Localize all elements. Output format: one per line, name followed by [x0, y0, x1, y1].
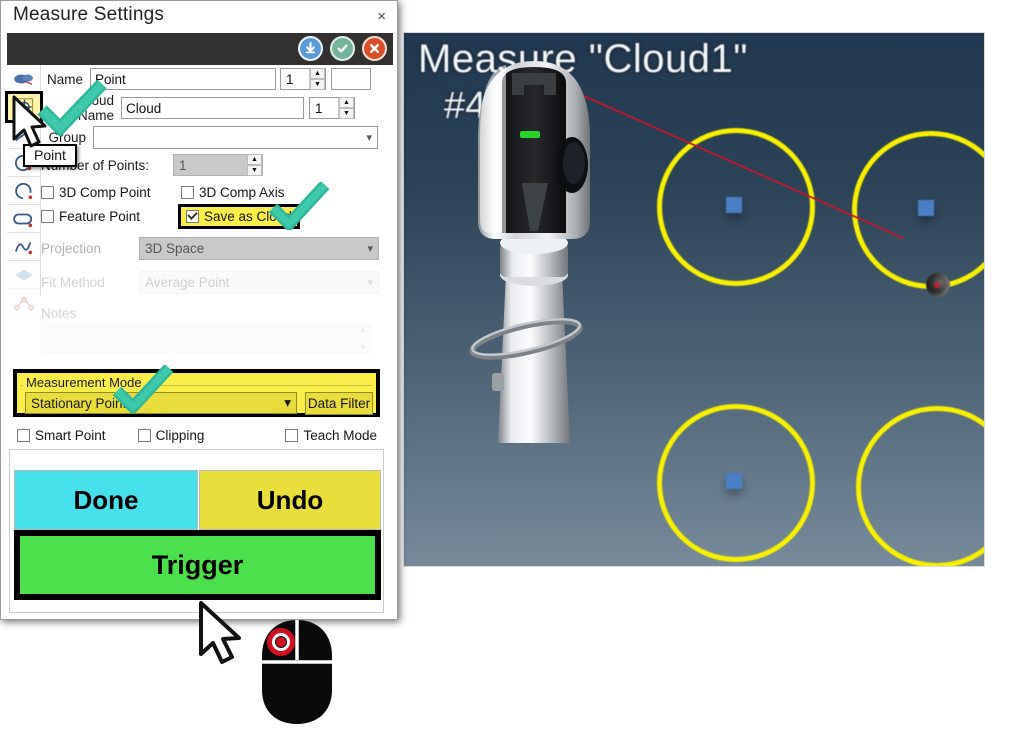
- measurement-mode-label: Measurement Mode: [23, 375, 145, 390]
- notes-textarea[interactable]: ▲ ▼: [41, 323, 371, 353]
- comp-checkbox-row-2: Feature Point Save as Cloud: [41, 203, 393, 229]
- comp-point-checkbox[interactable]: [41, 185, 54, 199]
- chevron-down-icon: ▾: [284, 395, 291, 410]
- save-as-cloud-label: Save as Cloud: [204, 208, 292, 224]
- teach-mode-checkbox[interactable]: [285, 428, 299, 442]
- cancel-x-circle-icon[interactable]: [362, 36, 387, 61]
- accept-check-circle-icon[interactable]: [330, 36, 355, 61]
- name-row: Name Point 1 ▲ ▼: [41, 65, 393, 93]
- action-button-panel: Done Undo Trigger: [9, 449, 384, 613]
- save-as-cloud-group[interactable]: Save as Cloud: [178, 203, 300, 229]
- save-as-cloud-checkbox[interactable]: [186, 209, 199, 223]
- notes-scrollbar[interactable]: ▲ ▼: [356, 324, 370, 352]
- sidebar-item-point[interactable]: [5, 91, 43, 123]
- comp-point-label: 3D Comp Point: [59, 184, 151, 200]
- target-point-1[interactable]: [726, 197, 742, 213]
- notes-label: Notes: [41, 306, 77, 321]
- comp-axis-label: 3D Comp Axis: [199, 184, 285, 200]
- number-of-points-stepper[interactable]: 1 ▲ ▼: [173, 154, 263, 176]
- dialog-titlebar: Measure Settings ×: [1, 1, 397, 33]
- projection-value: 3D Space: [145, 240, 205, 256]
- feature-point-label: Feature Point: [59, 208, 141, 224]
- name-label: Name: [46, 71, 83, 87]
- dialog-title: Measure Settings: [13, 4, 165, 25]
- trigger-button[interactable]: Trigger: [14, 530, 381, 600]
- measurement-mode-combobox[interactable]: Stationary Point ▾: [25, 392, 297, 414]
- chevron-down-icon: ▾: [366, 131, 372, 144]
- chevron-down-icon: ▾: [367, 276, 373, 289]
- target-point-3[interactable]: [726, 473, 742, 489]
- teach-mode-label: Teach Mode: [303, 427, 377, 443]
- fit-method-value: Average Point: [145, 274, 230, 290]
- comp-checkbox-row-1: 3D Comp Point 3D Comp Axis: [41, 180, 393, 204]
- group-row: Group ▾: [41, 123, 393, 151]
- projection-combobox[interactable]: 3D Space ▾: [139, 236, 379, 260]
- close-icon[interactable]: ×: [377, 9, 386, 24]
- sidebar-item-cloud[interactable]: [7, 65, 41, 93]
- done-button[interactable]: Done: [14, 470, 198, 530]
- fit-method-label: Fit Method: [41, 274, 105, 290]
- group-combobox[interactable]: ▾: [93, 125, 378, 149]
- smart-point-row[interactable]: Smart Point: [17, 423, 136, 447]
- cloud-name-label: Cloud Name: [77, 93, 114, 123]
- name-index-arrows[interactable]: ▲ ▼: [309, 68, 325, 90]
- group-label: Group: [48, 129, 86, 145]
- feature-point-checkbox[interactable]: [41, 209, 54, 223]
- notes-section: Notes ▲ ▼: [41, 306, 393, 353]
- data-filter-button[interactable]: Data Filter: [305, 392, 373, 415]
- cloud-index-value: 1: [315, 100, 323, 116]
- smart-point-label: Smart Point: [35, 427, 106, 443]
- projection-label: Projection: [41, 240, 102, 256]
- mouse-left-click-icon: [262, 620, 332, 724]
- point-tooltip: Point: [23, 144, 77, 167]
- name-index-stepper[interactable]: 1 ▲ ▼: [280, 68, 326, 90]
- number-of-points-value: 1: [179, 157, 187, 173]
- teach-mode-row[interactable]: Teach Mode: [258, 423, 377, 447]
- measurement-3d-viewport[interactable]: Measure "Cloud1" #4: [404, 33, 984, 566]
- undo-button[interactable]: Undo: [199, 470, 381, 530]
- laser-tracker-device: [469, 61, 590, 443]
- cloud-index-arrows[interactable]: ▲ ▼: [338, 97, 354, 119]
- measurement-mode-value: Stationary Point: [31, 395, 127, 411]
- number-of-points-arrows[interactable]: ▲ ▼: [246, 154, 262, 176]
- measure-settings-dialog: Measure Settings × Point Name Point 1 ▲ …: [0, 0, 398, 620]
- clipping-row[interactable]: Clipping: [137, 423, 257, 447]
- measurement-mode-group: Measurement Mode Stationary Point ▾ Data…: [13, 369, 380, 417]
- sidebar-item-arc[interactable]: [7, 177, 41, 205]
- cloud-name-input[interactable]: Cloud: [121, 97, 304, 119]
- chevron-down-icon: ▾: [367, 242, 373, 255]
- dialog-toolbar: [7, 33, 393, 65]
- sidebar-item-frame[interactable]: [7, 289, 41, 317]
- number-of-points-row: Number of Points: 1 ▲ ▼: [41, 152, 393, 178]
- measure-settings-form: Name Point 1 ▲ ▼ Cloud Name Cloud 1 ▲ ▼ Gr…: [41, 65, 393, 353]
- name-index-value: 1: [286, 71, 294, 87]
- sidebar-item-slot[interactable]: [7, 205, 41, 233]
- target-point-4[interactable]: [926, 273, 950, 297]
- name-input[interactable]: Point: [90, 68, 276, 90]
- target-point-2[interactable]: [918, 200, 934, 216]
- sidebar-item-plane[interactable]: [7, 261, 41, 289]
- projection-row: Projection 3D Space ▾: [41, 234, 393, 262]
- sidebar-item-spline[interactable]: [7, 233, 41, 261]
- smart-point-checkbox[interactable]: [17, 428, 30, 442]
- clipping-label: Clipping: [155, 427, 205, 443]
- clipping-checkbox[interactable]: [137, 428, 151, 442]
- name-extra-input[interactable]: [331, 68, 371, 90]
- cloud-name-row: Cloud Name Cloud 1 ▲ ▼: [41, 93, 393, 123]
- cloud-index-stepper[interactable]: 1 ▲ ▼: [309, 97, 355, 119]
- fit-method-combobox[interactable]: Average Point ▾: [139, 270, 379, 294]
- comp-axis-checkbox[interactable]: [181, 185, 194, 199]
- download-circle-icon[interactable]: [298, 36, 323, 61]
- target-ring-4: [856, 406, 984, 566]
- fit-method-row: Fit Method Average Point ▾: [41, 268, 393, 296]
- mode-checkbox-row: Smart Point Clipping Teach Mode: [17, 423, 377, 447]
- feature-type-toolbar[interactable]: [5, 65, 43, 317]
